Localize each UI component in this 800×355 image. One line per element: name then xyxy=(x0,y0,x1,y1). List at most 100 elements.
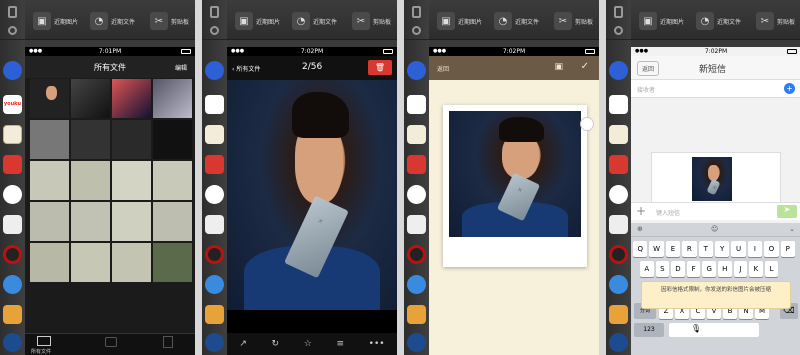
app-icon-video[interactable] xyxy=(3,155,22,174)
app-icon-blue-bot[interactable] xyxy=(609,61,628,80)
message-input[interactable]: 键入短信 xyxy=(656,208,680,217)
app-icon-video[interactable] xyxy=(205,155,224,174)
app-icon-video[interactable] xyxy=(407,155,426,174)
phone-frame-icon[interactable] xyxy=(614,6,623,18)
recent-images-button[interactable]: ▣ 近期图片 xyxy=(437,12,482,30)
file-thumb[interactable] xyxy=(71,202,110,241)
back-button[interactable]: 返回 xyxy=(437,64,449,73)
doc-tab-icon[interactable] xyxy=(163,336,173,348)
file-thumb[interactable] xyxy=(153,120,192,159)
file-thumb[interactable] xyxy=(30,161,69,200)
file-thumb[interactable] xyxy=(153,79,192,118)
file-thumb[interactable] xyxy=(112,120,151,159)
app-icon-notes[interactable] xyxy=(609,125,628,144)
share-icon[interactable]: ↗ xyxy=(239,339,247,349)
camera-tab-icon[interactable] xyxy=(105,337,117,347)
file-thumb[interactable] xyxy=(153,202,192,241)
app-icon-notes[interactable] xyxy=(205,125,224,144)
recent-images-button[interactable]: ▣ 近期图片 xyxy=(639,12,684,30)
app-icon-photos[interactable] xyxy=(407,305,426,324)
app-icon-record[interactable] xyxy=(205,245,224,264)
app-icon-youku[interactable] xyxy=(407,95,426,114)
settings-circle-icon[interactable] xyxy=(412,26,421,35)
emoji-icon[interactable]: ☺ xyxy=(711,225,718,233)
app-icon-cloud[interactable] xyxy=(609,185,628,204)
delete-button[interactable]: 🗑 xyxy=(368,60,392,75)
key-o[interactable]: O xyxy=(764,241,779,257)
file-thumb[interactable] xyxy=(112,202,151,241)
key-l[interactable]: L xyxy=(764,261,779,277)
file-thumb[interactable] xyxy=(71,120,110,159)
recipient-input[interactable]: 接收者 xyxy=(637,85,655,94)
resize-handle[interactable] xyxy=(580,117,594,131)
star-icon[interactable]: ☆ xyxy=(304,339,312,349)
settings-circle-icon[interactable] xyxy=(8,26,17,35)
file-thumb[interactable] xyxy=(112,79,151,118)
app-icon-compass[interactable] xyxy=(609,333,628,352)
file-thumb[interactable] xyxy=(112,243,151,282)
attached-photo[interactable] xyxy=(692,157,732,201)
clipboard-button[interactable]: ✂ 剪贴板 xyxy=(352,12,391,30)
files-tab-icon[interactable] xyxy=(37,336,51,346)
app-icon-record[interactable] xyxy=(609,245,628,264)
app-icon-record[interactable] xyxy=(3,245,22,264)
edit-button[interactable]: 编辑 xyxy=(175,63,187,72)
app-icon-cloud[interactable] xyxy=(407,185,426,204)
clipboard-button[interactable]: ✂ 剪贴板 xyxy=(756,12,795,30)
add-contact-icon[interactable]: + xyxy=(784,83,795,94)
photo-card[interactable] xyxy=(443,105,587,267)
key-d[interactable]: D xyxy=(671,261,685,277)
app-icon-video[interactable] xyxy=(609,155,628,174)
back-button[interactable]: 返回 xyxy=(637,61,660,76)
key-123[interactable]: 123 xyxy=(634,323,664,337)
app-icon-compass[interactable] xyxy=(407,333,426,352)
app-icon-compass[interactable] xyxy=(205,333,224,352)
recent-images-button[interactable]: ▣ 近期图片 xyxy=(235,12,280,30)
clipboard-button[interactable]: ✂ 剪贴板 xyxy=(554,12,593,30)
tab-all-files[interactable]: 所有文件 xyxy=(31,348,51,355)
recent-files-button[interactable]: ◔ 近期文件 xyxy=(494,12,539,30)
key-r[interactable]: R xyxy=(682,241,697,257)
file-thumb[interactable] xyxy=(71,161,110,200)
app-icon-youku[interactable] xyxy=(205,95,224,114)
settings-circle-icon[interactable] xyxy=(614,26,623,35)
key-g[interactable]: G xyxy=(702,261,716,277)
file-thumb[interactable] xyxy=(153,161,192,200)
app-icon-youku[interactable] xyxy=(609,95,628,114)
attach-plus-icon[interactable]: + xyxy=(636,204,646,218)
file-thumb[interactable] xyxy=(112,161,151,200)
app-icon-bag[interactable] xyxy=(407,215,426,234)
settings-circle-icon[interactable] xyxy=(210,26,219,35)
app-icon-compass[interactable] xyxy=(3,333,22,352)
app-icon-bag[interactable] xyxy=(609,215,628,234)
key-a[interactable]: A xyxy=(640,261,654,277)
key-f[interactable]: F xyxy=(686,261,701,277)
app-icon-blue-bot[interactable] xyxy=(3,61,22,80)
app-icon-notes[interactable] xyxy=(407,125,426,144)
app-icon-bag[interactable] xyxy=(205,215,224,234)
phone-frame-icon[interactable] xyxy=(412,6,421,18)
key-w[interactable]: W xyxy=(649,241,664,257)
adjust-icon[interactable]: ≡ xyxy=(336,339,344,349)
recipient-row[interactable]: 接收者 + xyxy=(631,80,800,98)
recent-files-button[interactable]: ◔ 近期文件 xyxy=(90,12,135,30)
recent-images-button[interactable]: ▣ 近期图片 xyxy=(33,12,78,30)
file-thumb[interactable] xyxy=(30,243,69,282)
file-thumb[interactable] xyxy=(71,79,110,118)
space-key[interactable] xyxy=(669,323,759,337)
app-icon-blue-circle[interactable] xyxy=(407,275,426,294)
app-icon-blue-circle[interactable] xyxy=(205,275,224,294)
file-thumb[interactable] xyxy=(30,79,69,118)
key-h[interactable]: H xyxy=(717,261,732,277)
rotate-icon[interactable]: ↻ xyxy=(272,339,280,349)
app-icon-cloud[interactable] xyxy=(205,185,224,204)
key-j[interactable]: J xyxy=(733,261,748,277)
more-icon[interactable]: ••• xyxy=(369,339,385,349)
app-icon-photos[interactable] xyxy=(3,305,22,324)
key-p[interactable]: P xyxy=(780,241,795,257)
app-icon-blue-bot[interactable] xyxy=(205,61,224,80)
file-thumb[interactable] xyxy=(30,120,69,159)
phone-frame-icon[interactable] xyxy=(210,6,219,18)
key-s[interactable]: S xyxy=(655,261,670,277)
app-icon-blue-circle[interactable] xyxy=(609,275,628,294)
